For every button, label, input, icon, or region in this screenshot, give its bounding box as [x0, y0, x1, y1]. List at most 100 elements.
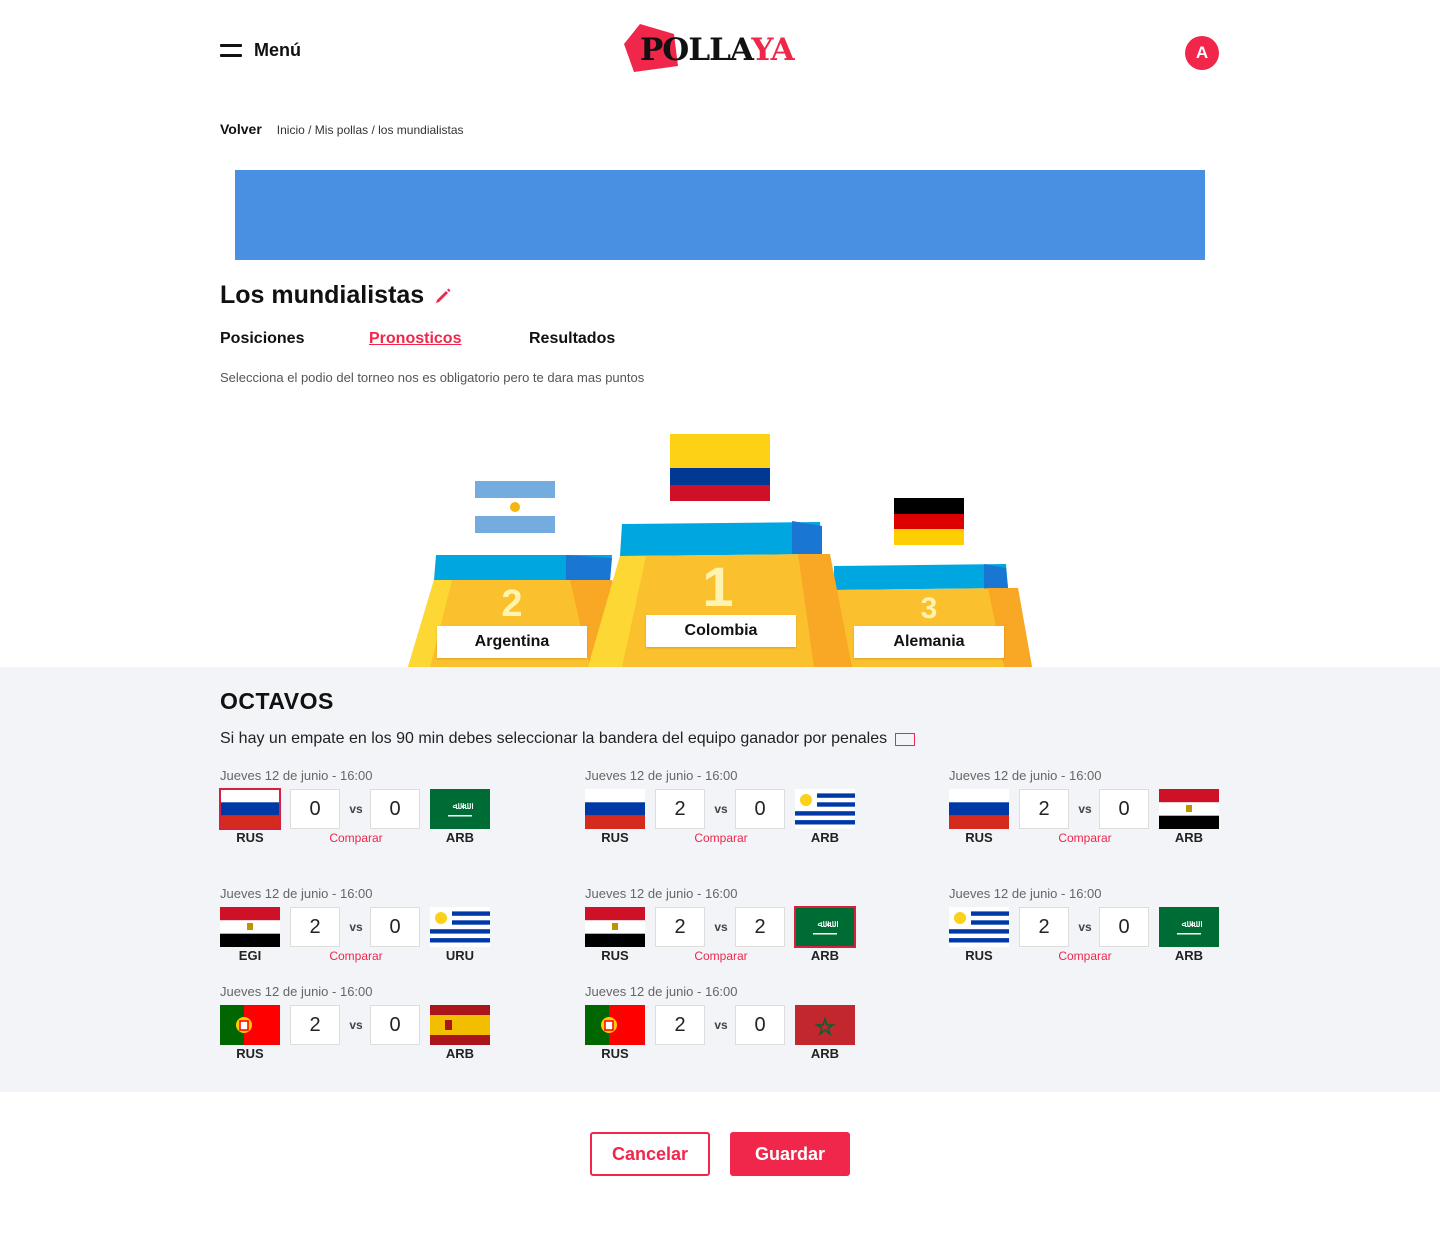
match-date: Jueves 12 de junio - 16:00 — [220, 768, 373, 783]
title-row: Los mundialistas — [220, 281, 452, 310]
home-score-input[interactable]: 2 — [290, 1005, 340, 1045]
compare-link[interactable]: Comparar — [675, 949, 767, 963]
away-team-code: ARB — [1174, 948, 1204, 963]
germany-flag-icon — [894, 498, 964, 545]
home-score-input[interactable]: 2 — [1019, 907, 1069, 947]
home-score-input[interactable]: 2 — [290, 907, 340, 947]
svg-text:1: 1 — [702, 555, 733, 618]
home-team-code: RUS — [601, 1046, 629, 1061]
away-score-input[interactable]: 0 — [370, 1005, 420, 1045]
penalties-note: Si hay un empate en los 90 min debes sel… — [220, 730, 916, 748]
vs-label: vs — [1078, 802, 1092, 816]
home-score-input[interactable]: 2 — [655, 1005, 705, 1045]
uruguay-flag-icon[interactable] — [430, 907, 490, 947]
argentina-flag-icon — [475, 481, 555, 533]
podium-second-label[interactable]: Argentina — [437, 626, 587, 658]
egypt-flag-icon[interactable] — [585, 907, 645, 947]
russia-flag-icon[interactable] — [585, 789, 645, 829]
home-team-code: RUS — [601, 830, 629, 845]
avatar[interactable]: A — [1185, 36, 1219, 70]
vs-label: vs — [714, 1018, 728, 1032]
spain-flag-icon[interactable] — [430, 1005, 490, 1045]
hamburger-icon — [220, 43, 242, 59]
ad-banner[interactable] — [235, 170, 1205, 260]
vs-label: vs — [714, 920, 728, 934]
away-score-input[interactable]: 0 — [370, 789, 420, 829]
saudi-flag-icon[interactable]: ﷲ ﷲ — [794, 906, 856, 948]
match-date: Jueves 12 de junio - 16:00 — [949, 886, 1102, 901]
menu-label: Menú — [254, 40, 301, 60]
uruguay-flag-icon[interactable] — [795, 789, 855, 829]
portugal-flag-icon[interactable] — [585, 1005, 645, 1045]
compare-link[interactable]: Comparar — [310, 949, 402, 963]
tab-resultados[interactable]: Resultados — [529, 330, 615, 348]
away-score-input[interactable]: 0 — [735, 1005, 785, 1045]
away-score-input[interactable]: 0 — [1099, 907, 1149, 947]
home-team-code: RUS — [965, 948, 993, 963]
save-button[interactable]: Guardar — [730, 1132, 850, 1176]
saudi-flag-icon[interactable]: ﷲ ﷲ — [1159, 907, 1219, 947]
podium: 2 3 1 Argentina Colombia Alemania — [400, 430, 1040, 667]
home-team-code: EGI — [238, 948, 262, 963]
match-date: Jueves 12 de junio - 16:00 — [585, 886, 738, 901]
match-card: Jueves 12 de junio - 16:00 2 vs 0 RUS ARB — [585, 984, 857, 1084]
away-score-input[interactable]: 2 — [735, 907, 785, 947]
podium-first-label[interactable]: Colombia — [646, 615, 796, 647]
morocco-flag-icon[interactable] — [795, 1005, 855, 1045]
podium-hint: Selecciona el podio del torneo nos es ob… — [220, 370, 645, 385]
russia-flag-icon[interactable] — [949, 789, 1009, 829]
home-score-input[interactable]: 2 — [655, 907, 705, 947]
match-card: Jueves 12 de junio - 16:00 2 vs 0 EGI URU Comp… — [220, 886, 492, 986]
away-score-input[interactable]: 0 — [735, 789, 785, 829]
home-score-input[interactable]: 2 — [655, 789, 705, 829]
russia-flag-icon[interactable] — [219, 788, 281, 830]
vs-label: vs — [1078, 920, 1092, 934]
saudi-flag-icon[interactable]: ﷲ ﷲ — [430, 789, 490, 829]
compare-link[interactable]: Comparar — [310, 831, 402, 845]
compare-link[interactable]: Comparar — [1039, 831, 1131, 845]
away-team-code: ARB — [810, 830, 840, 845]
home-team-code: RUS — [601, 948, 629, 963]
home-team-code: RUS — [965, 830, 993, 845]
match-date: Jueves 12 de junio - 16:00 — [585, 768, 738, 783]
edit-pencil-icon[interactable] — [434, 287, 452, 305]
away-team-code: URU — [445, 948, 475, 963]
match-card: Jueves 12 de junio - 16:00 2 vs 0 RUS ARB Comp… — [585, 768, 857, 868]
tab-posiciones[interactable]: Posiciones — [220, 330, 304, 348]
vs-label: vs — [349, 920, 363, 934]
compare-link[interactable]: Comparar — [675, 831, 767, 845]
home-score-input[interactable]: 0 — [290, 789, 340, 829]
away-team-code: ARB — [810, 1046, 840, 1061]
menu-button[interactable]: Menú — [220, 40, 301, 61]
away-score-input[interactable]: 0 — [370, 907, 420, 947]
match-date: Jueves 12 de junio - 16:00 — [949, 768, 1102, 783]
logo-text: POLLAYA — [640, 32, 795, 68]
away-team-code: ARB — [810, 948, 840, 963]
uruguay-flag-icon[interactable] — [949, 907, 1009, 947]
cancel-button[interactable]: Cancelar — [590, 1132, 710, 1176]
tab-pronosticos[interactable]: Pronosticos — [369, 330, 461, 348]
vs-label: vs — [714, 802, 728, 816]
svg-text:2: 2 — [501, 583, 522, 625]
colombia-flag-icon — [670, 434, 770, 501]
home-score-input[interactable]: 2 — [1019, 789, 1069, 829]
portugal-flag-icon[interactable] — [220, 1005, 280, 1045]
home-team-code: RUS — [236, 830, 264, 845]
back-link[interactable]: Volver — [220, 121, 262, 137]
compare-link[interactable]: Comparar — [1039, 949, 1131, 963]
vs-label: vs — [349, 802, 363, 816]
egypt-flag-icon[interactable] — [220, 907, 280, 947]
logo[interactable]: POLLAYA — [622, 22, 807, 74]
egypt-flag-icon[interactable] — [1159, 789, 1219, 829]
podium-third-label[interactable]: Alemania — [854, 626, 1004, 658]
breadcrumb-path[interactable]: Inicio / Mis pollas / los mundialistas — [277, 123, 464, 137]
match-date: Jueves 12 de junio - 16:00 — [220, 984, 373, 999]
away-score-input[interactable]: 0 — [1099, 789, 1149, 829]
flag-outline-icon — [895, 732, 916, 746]
match-card: Jueves 12 de junio - 16:00 2 vs 0 RUS ARB Comp… — [949, 768, 1221, 868]
away-team-code: ARB — [1174, 830, 1204, 845]
home-team-code: RUS — [236, 1046, 264, 1061]
match-card: Jueves 12 de junio - 16:00 2 vs 0 RUS ARB — [220, 984, 492, 1084]
away-team-code: ARB — [445, 830, 475, 845]
match-card: Jueves 12 de junio - 16:00 2 vs 0 ﷲ ﷲ RUS ARB C… — [949, 886, 1221, 986]
